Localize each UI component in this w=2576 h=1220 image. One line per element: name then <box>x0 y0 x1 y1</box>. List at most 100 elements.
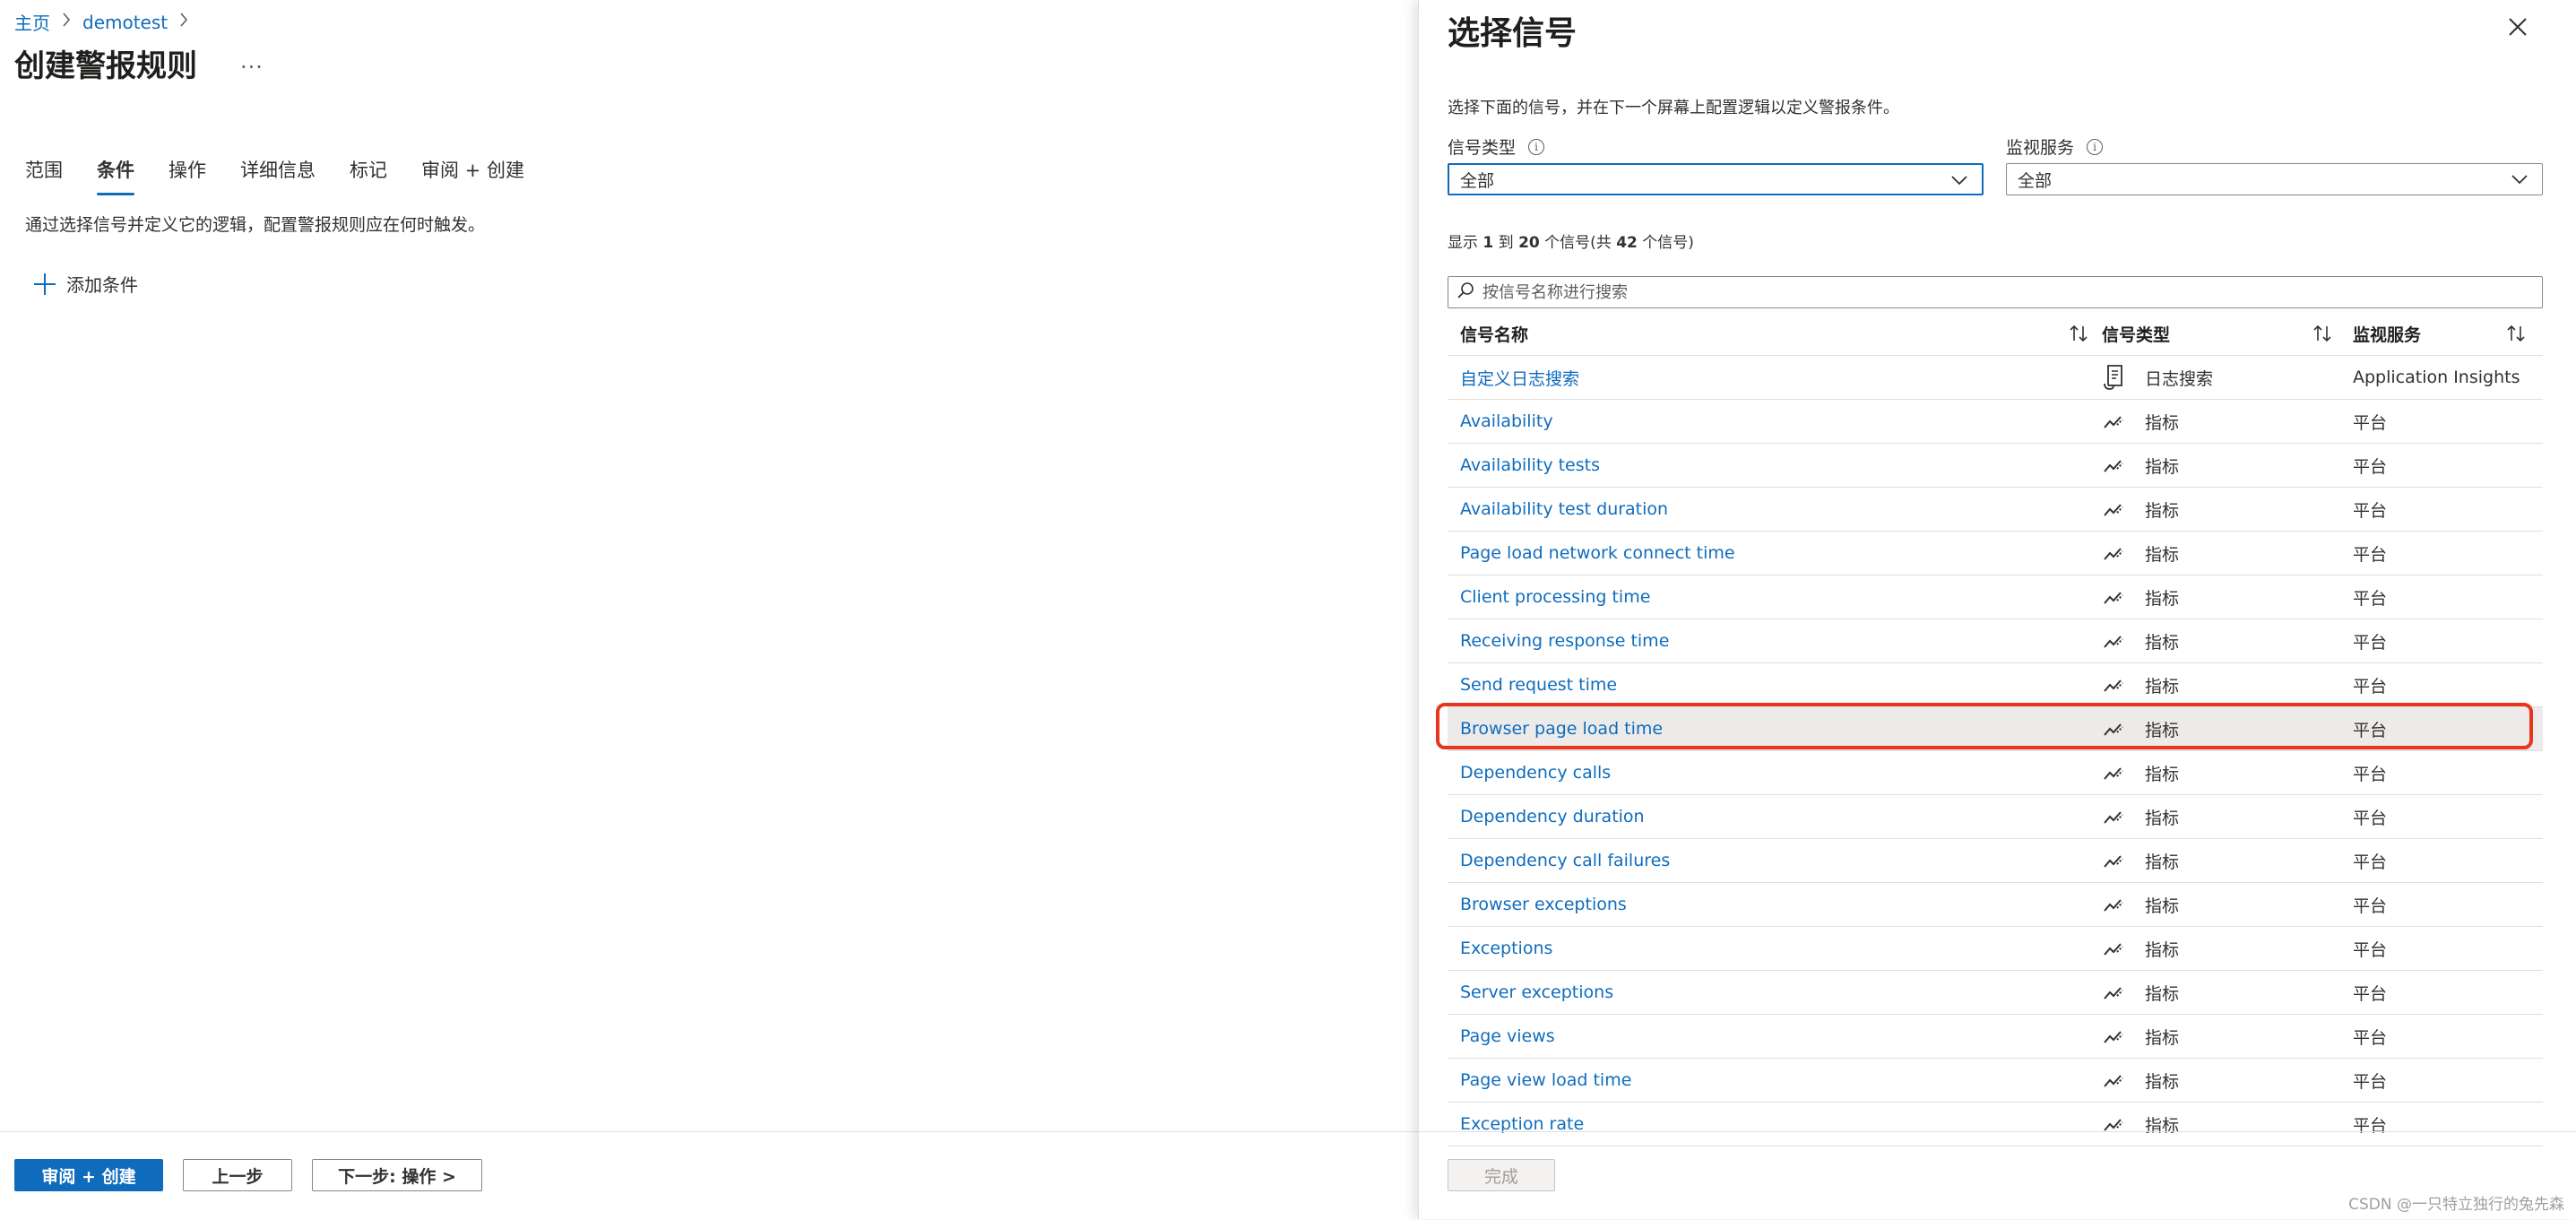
signal-count-text: 显示 1 到 20 个信号(共 42 个信号) <box>1448 234 1694 252</box>
tab-details[interactable]: 详细信息 <box>240 156 316 190</box>
metric-icon <box>2102 1070 2125 1090</box>
signal-search-box[interactable] <box>1448 276 2543 308</box>
metric-icon <box>2102 455 2125 475</box>
monitor-service-text: 平台 <box>2353 939 2388 960</box>
signal-name-link[interactable]: Availability tests <box>1460 455 1600 475</box>
monitor-service-dropdown[interactable]: 全部 <box>2006 163 2543 195</box>
sort-icon[interactable] <box>2312 324 2335 348</box>
monitor-service-text: 平台 <box>2353 1071 2388 1092</box>
table-row[interactable]: Page views 指标 平台 <box>1448 1015 2543 1059</box>
tab-scope[interactable]: 范围 <box>25 156 63 190</box>
signal-name-link[interactable]: Exceptions <box>1460 939 1552 958</box>
search-input[interactable] <box>1481 281 2542 303</box>
monitor-service-text: 平台 <box>2353 412 2388 433</box>
monitor-service-cell: 平台 <box>2353 673 2543 697</box>
signal-name-link[interactable]: Page view load time <box>1460 1070 1631 1090</box>
table-row[interactable]: Dependency calls 指标 平台 <box>1448 751 2543 795</box>
metric-icon <box>2102 982 2125 1002</box>
column-header-name[interactable]: 信号名称 <box>1448 322 2102 346</box>
table-row[interactable]: Page view load time 指标 平台 <box>1448 1059 2543 1103</box>
signal-name-link[interactable]: Availability test duration <box>1460 499 1668 519</box>
table-row[interactable]: Browser exceptions 指标 平台 <box>1448 883 2543 927</box>
table-row[interactable]: Availability 指标 平台 <box>1448 400 2543 444</box>
column-header-type[interactable]: 信号类型 <box>2102 322 2353 346</box>
monitor-service-text: 平台 <box>2353 852 2388 872</box>
table-row[interactable]: Availability test duration 指标 平台 <box>1448 488 2543 532</box>
signal-type-text: 指标 <box>2145 1071 2180 1092</box>
done-button[interactable]: 完成 <box>1448 1159 1555 1191</box>
table-row[interactable]: Page load network connect time 指标 平台 <box>1448 532 2543 575</box>
signal-name-link[interactable]: Page load network connect time <box>1460 543 1735 563</box>
signal-name-cell: Availability <box>1448 411 2102 431</box>
signal-name-link[interactable]: 自定义日志搜索 <box>1460 366 1579 390</box>
previous-button[interactable]: 上一步 <box>183 1159 292 1191</box>
plus-icon <box>34 273 56 295</box>
tab-tags[interactable]: 标记 <box>350 156 387 190</box>
monitor-service-cell: 平台 <box>2353 893 2543 917</box>
monitor-service-text: 平台 <box>2353 544 2388 565</box>
wizard-tabs: 范围 条件 操作 详细信息 标记 审阅 + 创建 <box>25 156 558 195</box>
table-row[interactable]: Receiving response time 指标 平台 <box>1448 619 2543 663</box>
table-row[interactable]: Availability tests 指标 平台 <box>1448 444 2543 488</box>
table-row[interactable]: Send request time 指标 平台 <box>1448 663 2543 707</box>
add-condition-button[interactable]: 添加条件 <box>34 271 138 297</box>
signal-type-text: 指标 <box>2145 676 2180 697</box>
monitor-service-cell: 平台 <box>2353 805 2543 829</box>
next-actions-button[interactable]: 下一步: 操作 > <box>312 1159 482 1191</box>
signal-type-cell: 指标 <box>2102 541 2353 566</box>
signal-type-cell: 指标 <box>2102 673 2353 697</box>
breadcrumb-home-link[interactable]: 主页 <box>14 9 50 35</box>
signal-name-cell: Client processing time <box>1448 587 2102 607</box>
signal-type-text: 指标 <box>2145 544 2180 565</box>
metric-icon <box>2102 675 2125 695</box>
monitor-service-text: 平台 <box>2353 808 2388 828</box>
select-signal-panel: 选择信号 选择下面的信号，并在下一个屏幕上配置逻辑以定义警报条件。 信号类型 i… <box>1418 0 2576 1219</box>
signal-type-cell: 指标 <box>2102 805 2353 829</box>
table-row[interactable]: Dependency duration 指标 平台 <box>1448 795 2543 839</box>
signal-name-link[interactable]: Page views <box>1460 1026 1555 1046</box>
more-options-button[interactable]: ... <box>240 48 264 74</box>
watermark-text: CSDN @一只特立独行的兔先森 <box>2348 1196 2564 1214</box>
close-icon[interactable] <box>2505 14 2530 39</box>
sort-icon[interactable] <box>2068 324 2091 348</box>
tab-actions[interactable]: 操作 <box>169 156 206 190</box>
signal-type-cell: 指标 <box>2102 981 2353 1005</box>
signal-name-cell: Availability test duration <box>1448 499 2102 519</box>
table-row[interactable]: 自定义日志搜索 日志搜索 Application Insights <box>1448 356 2543 400</box>
signal-name-link[interactable]: Server exceptions <box>1460 982 1613 1002</box>
signal-type-cell: 指标 <box>2102 761 2353 785</box>
signal-type-text: 指标 <box>2145 896 2180 916</box>
signal-name-link[interactable]: Dependency call failures <box>1460 851 1670 870</box>
signal-name-link[interactable]: Browser exceptions <box>1460 895 1627 914</box>
table-row[interactable]: Client processing time 指标 平台 <box>1448 575 2543 619</box>
table-row[interactable]: Browser page load time 指标 平台 <box>1448 707 2543 751</box>
signal-type-dropdown[interactable]: 全部 <box>1448 163 1984 195</box>
signal-name-link[interactable]: Dependency duration <box>1460 807 1645 826</box>
monitor-service-cell: 平台 <box>2353 629 2543 653</box>
review-create-button[interactable]: 审阅 + 创建 <box>14 1159 163 1191</box>
tab-review-create[interactable]: 审阅 + 创建 <box>421 156 524 190</box>
page-title: 创建警报规则 <box>14 48 197 84</box>
info-icon[interactable]: i <box>2087 138 2104 155</box>
monitor-service-cell: 平台 <box>2353 761 2543 785</box>
monitor-service-cell: 平台 <box>2353 1025 2543 1049</box>
signal-type-cell: 指标 <box>2102 454 2353 478</box>
signal-type-text: 指标 <box>2145 1027 2180 1048</box>
signal-name-link[interactable]: Send request time <box>1460 675 1617 695</box>
condition-intro-text: 通过选择信号并定义它的逻辑，配置警报规则应在何时触发。 <box>25 215 486 235</box>
signal-name-link[interactable]: Browser page load time <box>1460 719 1663 739</box>
signal-name-link[interactable]: Dependency calls <box>1460 763 1611 783</box>
breadcrumb-demotest-link[interactable]: demotest <box>82 12 168 33</box>
info-icon[interactable]: i <box>1528 138 1545 155</box>
table-row[interactable]: Server exceptions 指标 平台 <box>1448 971 2543 1015</box>
signal-name-link[interactable]: Receiving response time <box>1460 631 1669 651</box>
column-header-service[interactable]: 监视服务 <box>2353 322 2543 346</box>
tab-condition[interactable]: 条件 <box>97 156 134 195</box>
sort-icon[interactable] <box>2505 324 2528 348</box>
signal-type-text: 指标 <box>2145 852 2180 872</box>
signal-name-link[interactable]: Client processing time <box>1460 587 1650 607</box>
signal-type-text: 指标 <box>2145 500 2180 521</box>
signal-name-link[interactable]: Availability <box>1460 411 1553 431</box>
table-row[interactable]: Dependency call failures 指标 平台 <box>1448 839 2543 883</box>
table-row[interactable]: Exceptions 指标 平台 <box>1448 927 2543 971</box>
